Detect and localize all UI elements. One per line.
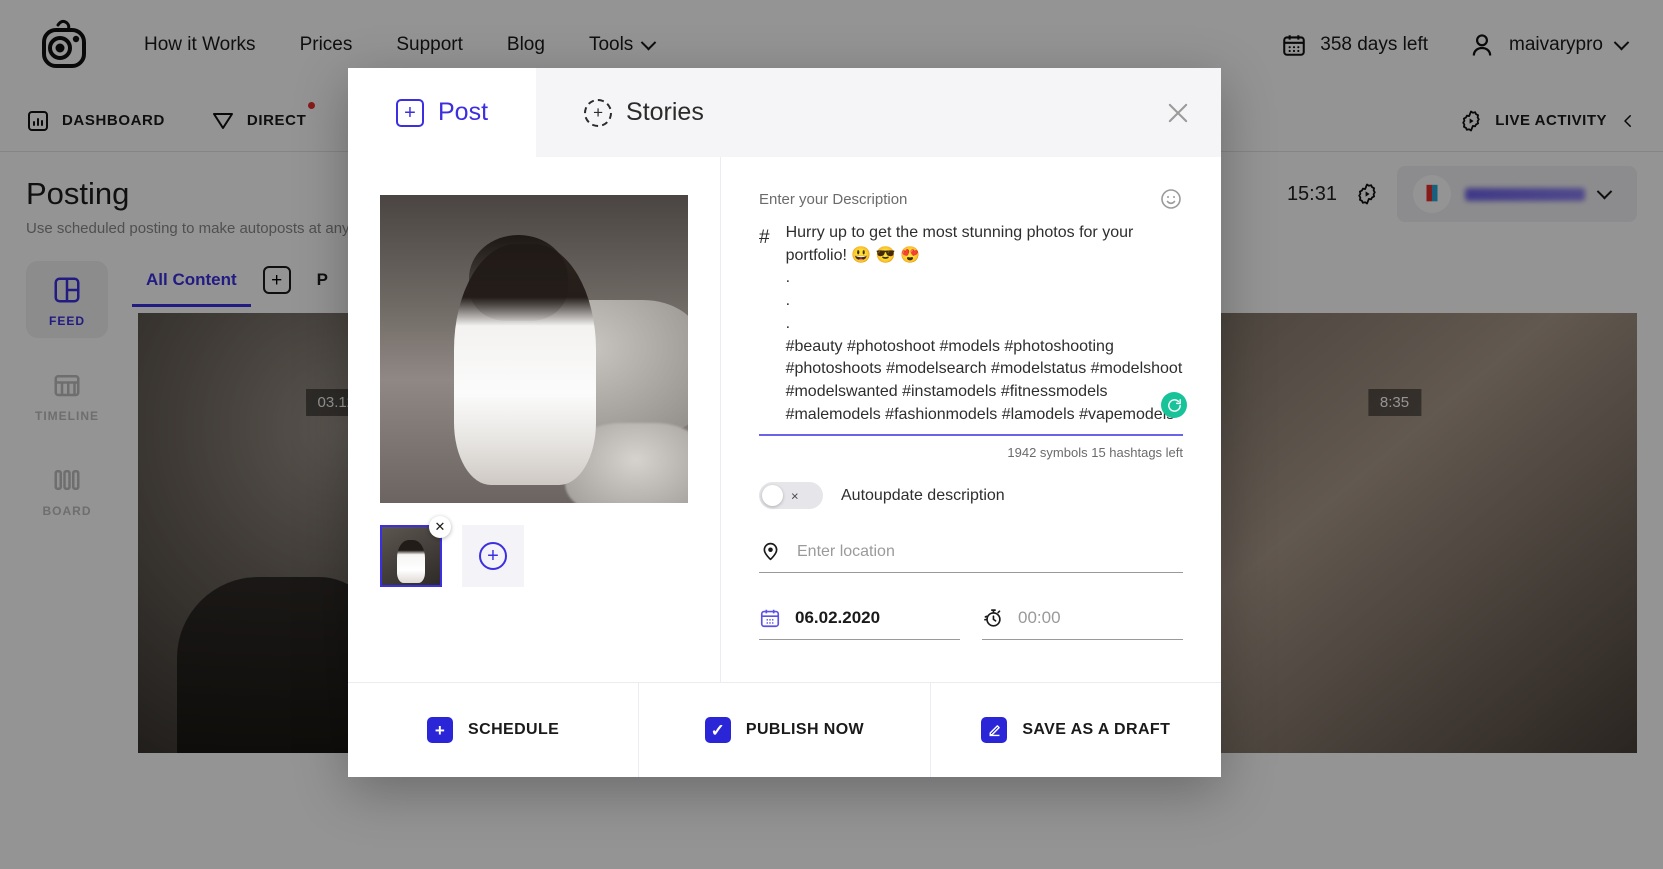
- publish-now-button-label: PUBLISH NOW: [745, 721, 865, 738]
- description-field[interactable]: # Hurry up to get the most stunning phot…: [759, 222, 1187, 437]
- create-post-modal: + Post + Stories ✕ + Enter your Descript…: [348, 68, 1221, 777]
- description-label: Enter your Description: [759, 191, 908, 208]
- schedule-button[interactable]: + SCHEDULE: [348, 683, 638, 777]
- close-icon[interactable]: [1161, 96, 1195, 130]
- add-media-button[interactable]: +: [462, 525, 524, 587]
- date-field[interactable]: 06.02.2020: [759, 607, 960, 641]
- autoupdate-label: Autoupdate description: [841, 486, 1005, 504]
- preview-subject-hair: [469, 235, 568, 322]
- autoupdate-toggle[interactable]: ×: [759, 482, 823, 510]
- modal-tab-stories[interactable]: + Stories: [536, 68, 752, 157]
- plus-square-icon: +: [396, 98, 424, 127]
- post-preview-image[interactable]: [380, 195, 688, 503]
- toggle-off-glyph: ×: [791, 488, 799, 504]
- media-thumbnails: ✕ +: [380, 516, 688, 587]
- plus-circle-dashed-icon: +: [584, 98, 613, 127]
- emoji-smiley-icon[interactable]: [1159, 187, 1183, 211]
- time-input[interactable]: 00:00: [1018, 608, 1061, 628]
- calendar-icon: [759, 607, 781, 629]
- location-pin-icon: [759, 541, 781, 562]
- modal-footer: + SCHEDULE ✓ PUBLISH NOW SAVE AS A DRAFT: [348, 682, 1221, 777]
- refresh-icon[interactable]: [1161, 392, 1187, 419]
- location-field[interactable]: Enter location: [759, 541, 1183, 574]
- stopwatch-icon: [982, 607, 1004, 629]
- hashtag-icon[interactable]: #: [759, 222, 770, 426]
- post-form-pane: Enter your Description # Hurry up to get…: [721, 157, 1221, 682]
- thumbnail-subject: [397, 539, 425, 583]
- autoupdate-row: × Autoupdate description: [759, 482, 1183, 510]
- toggle-knob: [762, 485, 783, 507]
- media-pane: ✕ +: [348, 157, 721, 682]
- edit-square-icon: [981, 717, 1008, 743]
- schedule-datetime-row: 06.02.2020 00:00: [759, 607, 1183, 641]
- modal-tab-post-label: Post: [438, 98, 489, 126]
- media-thumbnail[interactable]: ✕: [380, 516, 451, 587]
- check-square-filled-icon: ✓: [704, 717, 731, 743]
- schedule-button-label: SCHEDULE: [468, 721, 560, 738]
- media-thumbnail-image: [382, 527, 440, 585]
- description-input[interactable]: Hurry up to get the most stunning photos…: [786, 222, 1183, 426]
- app-page: How it Works Prices Support Blog Tools 3…: [0, 0, 1663, 869]
- date-input[interactable]: 06.02.2020: [795, 608, 880, 628]
- symbols-counter: 1942 symbols 15 hashtags left: [1007, 445, 1183, 461]
- modal-body: ✕ + Enter your Description # Hurry up to…: [348, 157, 1221, 682]
- save-as-draft-button[interactable]: SAVE AS A DRAFT: [929, 683, 1221, 777]
- modal-tab-post[interactable]: + Post: [348, 68, 537, 157]
- close-icon[interactable]: ✕: [429, 516, 451, 538]
- plus-circle-icon: +: [479, 542, 507, 570]
- modal-tab-stories-label: Stories: [626, 98, 704, 126]
- modal-tabbar: + Post + Stories: [348, 68, 1221, 157]
- location-input[interactable]: Enter location: [797, 543, 1183, 561]
- plus-square-filled-icon: +: [427, 717, 454, 743]
- time-field[interactable]: 00:00: [982, 607, 1183, 641]
- publish-now-button[interactable]: ✓ PUBLISH NOW: [638, 683, 929, 777]
- save-as-draft-button-label: SAVE AS A DRAFT: [1022, 721, 1171, 738]
